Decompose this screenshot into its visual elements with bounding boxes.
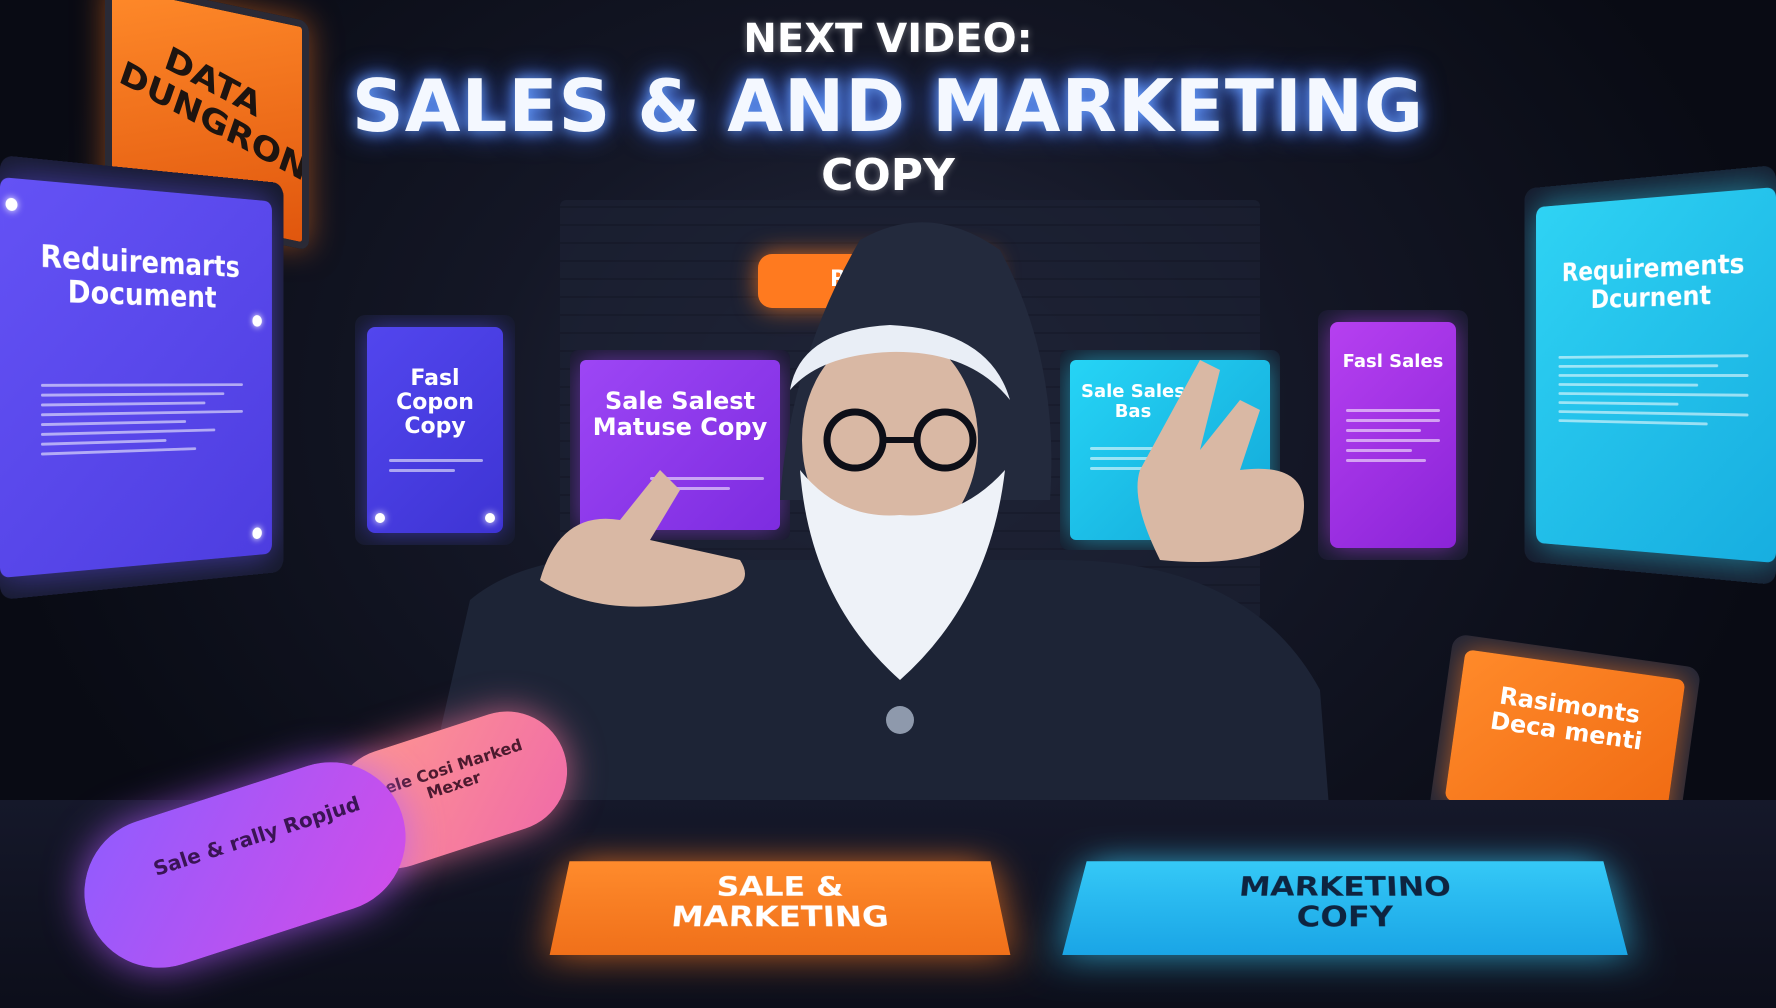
- blue-desk-card-text: MARKETINO COFY: [1237, 870, 1453, 934]
- video-title: SALES & AND MARKETING: [351, 64, 1425, 148]
- video-title-continuation: COPY: [821, 150, 955, 201]
- orange-desk-card: SALE & MARKETING: [549, 861, 1011, 955]
- next-video-label: NEXT VIDEO:: [743, 16, 1033, 62]
- orange-desk-card-text: SALE & MARKETING: [669, 870, 891, 934]
- blue-desk-card: MARKETINO COFY: [1062, 861, 1628, 955]
- scene: DATA DUNGRON Relame Reduiremarts Documen…: [0, 0, 1776, 1008]
